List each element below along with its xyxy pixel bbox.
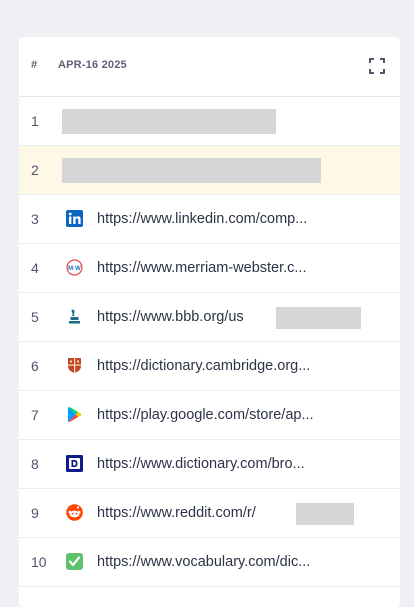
rank-number: 5 xyxy=(31,309,39,325)
result-url-link[interactable]: https://www.bbb.org/us xyxy=(97,293,244,341)
google-play-icon xyxy=(68,407,82,422)
blurred-url xyxy=(62,109,276,134)
rank-number: 10 xyxy=(31,554,47,570)
date-column-header: APR-16 2025 xyxy=(58,59,127,71)
table-row[interactable]: 10 https://www.vocabulary.com/dic... xyxy=(19,538,400,587)
dictionary-com-icon xyxy=(66,455,83,472)
table-row[interactable]: 5 https://www.bbb.org/us xyxy=(19,293,400,342)
bbb-icon xyxy=(69,309,80,324)
result-url-link[interactable]: https://www.merriam-webster.c... xyxy=(97,244,307,292)
redacted-url-part xyxy=(276,307,361,329)
table-header: # APR-16 2025 xyxy=(19,37,400,97)
table-row[interactable]: 4 M·W https://www.merriam-webster.c... xyxy=(19,244,400,293)
result-url-link[interactable]: https://www.reddit.com/r/ xyxy=(97,489,256,537)
rank-number: 3 xyxy=(31,211,39,227)
svg-text:M·W: M·W xyxy=(68,266,81,272)
result-url-link[interactable]: https://www.linkedin.com/comp... xyxy=(97,195,307,243)
rank-column-header: # xyxy=(31,59,38,71)
rank-number: 1 xyxy=(31,113,39,129)
rank-number: 9 xyxy=(31,505,39,521)
table-row[interactable]: 2 xyxy=(19,146,400,195)
rank-number: 4 xyxy=(31,260,39,276)
reddit-icon xyxy=(66,504,83,521)
table-row[interactable] xyxy=(19,587,400,607)
rank-number: 8 xyxy=(31,456,39,472)
merriam-webster-icon: M·W xyxy=(66,259,83,276)
result-url-link[interactable]: https://www.dictionary.com/bro... xyxy=(97,440,305,488)
result-url-link[interactable]: https://play.google.com/store/ap... xyxy=(97,391,314,439)
vocabulary-icon xyxy=(66,553,83,570)
table-row[interactable]: 1 xyxy=(19,97,400,146)
table-row[interactable]: 6 https://dictionary.cambridge.org... xyxy=(19,342,400,391)
cambridge-icon xyxy=(68,358,81,373)
table-row[interactable]: 8 https://www.dictionary.com/bro... xyxy=(19,440,400,489)
table-row[interactable]: 3 https://www.linkedin.com/comp... xyxy=(19,195,400,244)
rank-number: 7 xyxy=(31,407,39,423)
expand-icon[interactable] xyxy=(369,58,385,74)
table-row[interactable]: 7 https://play.google.com/store/ap... xyxy=(19,391,400,440)
rank-number: 6 xyxy=(31,358,39,374)
result-url-link[interactable]: https://dictionary.cambridge.org... xyxy=(97,342,310,390)
result-url-link[interactable]: https://www.vocabulary.com/dic... xyxy=(97,538,310,586)
rank-number: 2 xyxy=(31,162,39,178)
linkedin-icon xyxy=(66,210,83,227)
table-row[interactable]: 9 https://www.reddit.com/r/ xyxy=(19,489,400,538)
results-panel: # APR-16 2025 1 2 3 https://www.linkedin… xyxy=(19,37,400,607)
blurred-url xyxy=(62,158,321,183)
redacted-url-part xyxy=(296,503,354,525)
